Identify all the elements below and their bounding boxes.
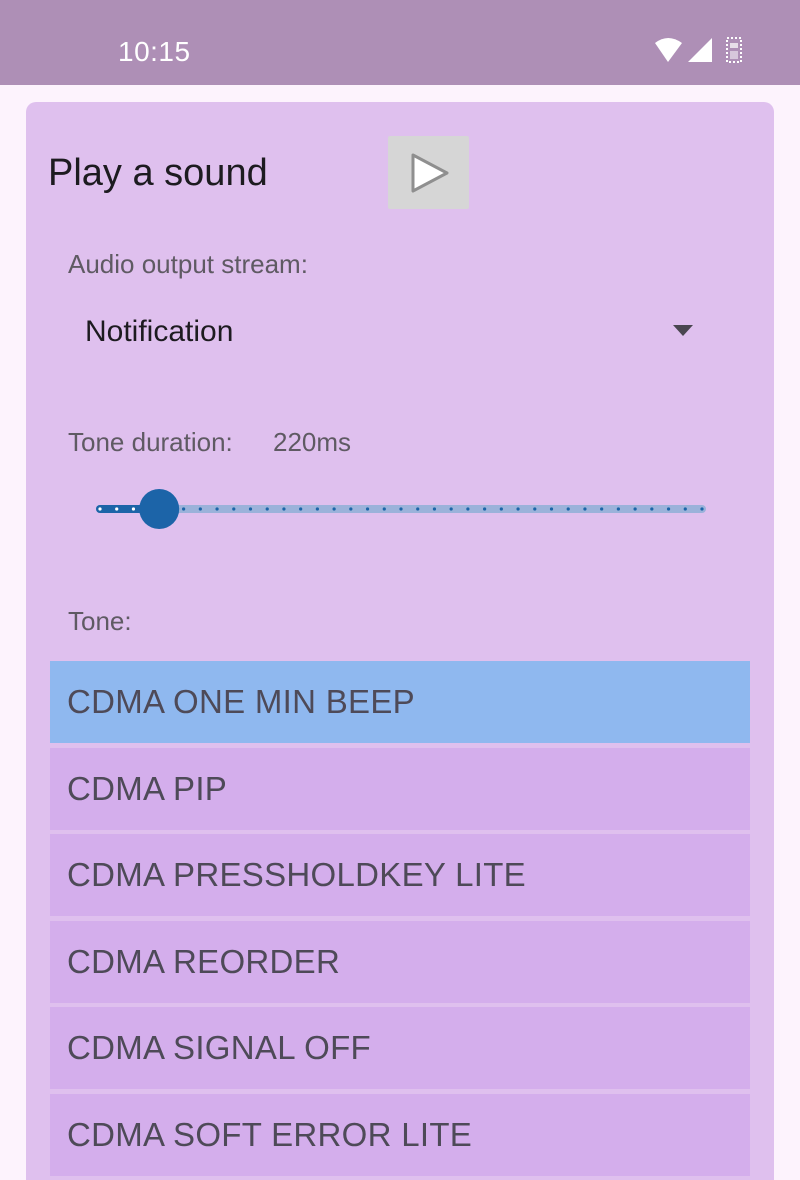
slider-tick xyxy=(332,507,336,511)
audio-stream-selected: Notification xyxy=(85,315,234,348)
slider-tick xyxy=(232,507,236,511)
slider-tick xyxy=(566,507,570,511)
slider-tick xyxy=(499,507,503,511)
sim-icon xyxy=(726,37,742,63)
cell-signal-icon xyxy=(688,38,712,62)
tone-list: CDMA ONE MIN BEEP CDMA PIP CDMA PRESSHOLDK… xyxy=(50,661,750,1180)
slider-tick xyxy=(98,507,102,511)
slider-tick xyxy=(700,507,704,511)
slider-tick xyxy=(131,507,136,511)
tone-list-item[interactable]: CDMA SIGNAL OFF xyxy=(50,1007,750,1089)
slider-tick xyxy=(432,507,437,511)
status-bar: 10:15 xyxy=(0,0,800,85)
slider-tick xyxy=(483,507,487,511)
slider-thumb[interactable] xyxy=(139,489,180,529)
slider-tick xyxy=(248,507,253,511)
slider-tick xyxy=(198,507,202,511)
audio-stream-dropdown[interactable]: Notification xyxy=(68,300,708,364)
wifi-icon xyxy=(655,38,682,62)
status-icons xyxy=(655,37,742,63)
play-button[interactable] xyxy=(388,136,469,209)
slider-tick xyxy=(349,507,353,511)
slider-tick xyxy=(382,507,386,511)
slider-tick xyxy=(650,507,654,511)
slider-tick xyxy=(299,507,303,511)
slider-tick xyxy=(533,507,537,511)
tone-list-item[interactable]: CDMA PIP xyxy=(50,747,750,830)
slider-tick xyxy=(115,507,119,511)
slider-tick xyxy=(282,507,286,511)
page-title: Play a sound xyxy=(48,152,268,194)
slider-tick xyxy=(600,507,604,511)
slider-tick xyxy=(549,507,554,511)
slider-tick xyxy=(315,507,319,511)
slider-tick xyxy=(616,507,620,511)
slider-tick xyxy=(633,507,637,511)
slider-tick xyxy=(683,507,687,511)
tone-duration-value: 220ms xyxy=(273,427,352,457)
slider-tick xyxy=(215,507,219,511)
status-time: 10:15 xyxy=(118,36,191,67)
slider-tick xyxy=(265,507,269,511)
tone-list-item[interactable]: CDMA SOFT ERROR LITE xyxy=(50,1093,750,1176)
slider-tick xyxy=(449,507,453,511)
tone-duration-label: Tone duration: xyxy=(68,427,233,457)
dropdown-caret-icon xyxy=(673,325,693,336)
tone-label: Tone: xyxy=(68,606,132,636)
tone-duration-slider[interactable] xyxy=(96,484,706,534)
slider-tick xyxy=(399,507,403,511)
tone-list-item[interactable]: CDMA PRESSHOLDKEY LITE xyxy=(50,834,750,916)
tone-list-item[interactable]: CDMA REORDER xyxy=(50,920,750,1003)
slider-tick xyxy=(365,507,370,511)
slider-tick xyxy=(182,507,186,511)
slider-tick xyxy=(666,507,671,511)
slider-tick xyxy=(516,507,520,511)
slider-tick xyxy=(466,507,470,511)
play-icon xyxy=(411,153,448,192)
slider-tick xyxy=(583,507,587,511)
slider-tick xyxy=(416,507,420,511)
audio-stream-label: Audio output stream: xyxy=(68,249,308,279)
tone-list-item[interactable]: CDMA ONE MIN BEEP xyxy=(50,661,750,743)
